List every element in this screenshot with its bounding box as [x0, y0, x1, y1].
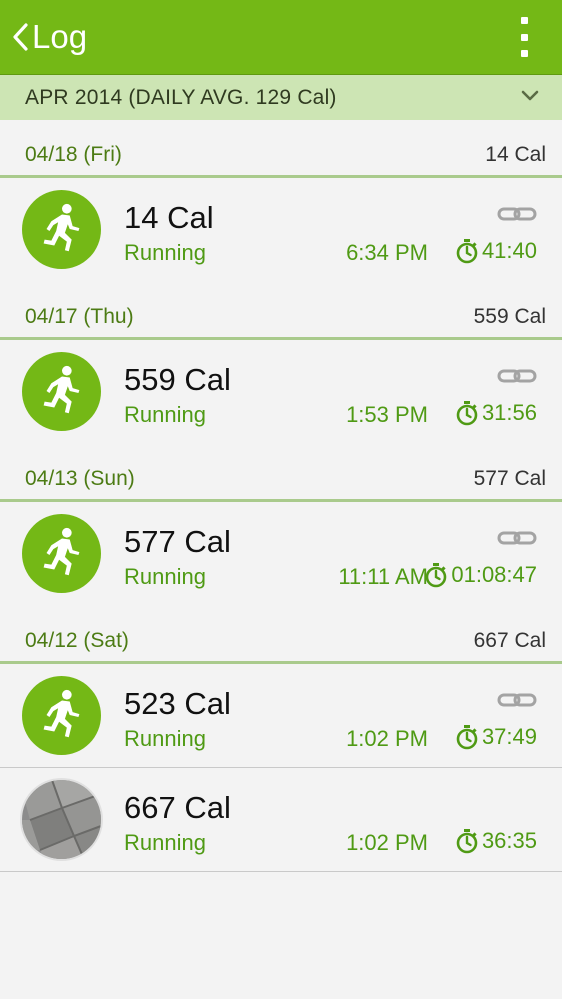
entry-start-time: 1:02 PM: [346, 830, 428, 855]
link-icon[interactable]: [497, 690, 537, 710]
link-icon[interactable]: [497, 528, 537, 548]
stopwatch-icon: [455, 400, 479, 426]
day-header: 04/13 (Sun) 577 Cal: [0, 444, 562, 502]
entry-start-time: 11:11 AM: [338, 564, 428, 589]
entry-duration: 36:35: [455, 828, 537, 854]
entry-duration: 41:40: [455, 238, 537, 264]
day-date: 04/17 (Thu): [25, 305, 134, 328]
running-icon: [22, 190, 101, 269]
day-header: 04/12 (Sat) 667 Cal: [0, 606, 562, 664]
running-icon: [22, 514, 101, 593]
stopwatch-icon: [424, 562, 448, 588]
day-total-calories: 667 Cal: [473, 629, 546, 652]
log-entry[interactable]: 14 Cal Running 6:34 PM 41:40: [0, 178, 562, 282]
duration-value: 31:56: [481, 400, 537, 425]
entry-start-time: 1:53 PM: [346, 402, 428, 427]
entry-start-time: 6:34 PM: [346, 240, 428, 265]
entry-calories: 523 Cal: [124, 686, 231, 721]
link-icon[interactable]: [497, 204, 537, 224]
entry-activity-type: Running: [124, 564, 206, 589]
running-icon: [22, 352, 101, 431]
day-date: 04/13 (Sun): [25, 467, 135, 490]
running-icon: [22, 676, 101, 755]
entry-calories: 14 Cal: [124, 200, 214, 235]
entry-calories: 667 Cal: [124, 790, 231, 825]
stopwatch-icon: [455, 828, 479, 854]
month-selector[interactable]: APR 2014 (DAILY AVG. 129 Cal): [0, 75, 562, 120]
day-header: 04/17 (Thu) 559 Cal: [0, 282, 562, 340]
back-button[interactable]: Log: [0, 0, 99, 74]
entry-activity-type: Running: [124, 726, 206, 751]
entry-activity-type: Running: [124, 240, 206, 265]
day-total-calories: 559 Cal: [473, 305, 546, 328]
duration-value: 01:08:47: [451, 562, 537, 587]
entry-duration: 37:49: [455, 724, 537, 750]
page-title: Log: [32, 18, 88, 55]
chevron-down-icon: [521, 90, 539, 101]
entry-duration: 31:56: [455, 400, 537, 426]
entry-calories: 577 Cal: [124, 524, 231, 559]
log-list: 04/18 (Fri) 14 Cal 14 Cal Running 6:34 PM 41:…: [0, 120, 562, 872]
day-header: 04/18 (Fri) 14 Cal: [0, 120, 562, 178]
log-entry[interactable]: 559 Cal Running 1:53 PM 31:56: [0, 340, 562, 444]
link-icon[interactable]: [497, 366, 537, 386]
more-vert-icon-dot: [520, 17, 528, 24]
stopwatch-icon: [455, 238, 479, 264]
more-vert-icon-dot: [520, 50, 528, 57]
entry-start-time: 1:02 PM: [346, 726, 428, 751]
duration-value: 37:49: [481, 724, 537, 749]
duration-value: 36:35: [481, 828, 537, 853]
more-vert-icon-dot: [520, 33, 528, 41]
log-entry[interactable]: 577 Cal Running 11:11 AM 01:08:47: [0, 502, 562, 606]
entry-duration: 01:08:47: [424, 562, 537, 588]
entry-calories: 559 Cal: [124, 362, 231, 397]
photo-thumbnail: [22, 780, 101, 859]
log-entry[interactable]: 523 Cal Running 1:02 PM 37:49: [0, 664, 562, 768]
day-date: 04/12 (Sat): [25, 629, 129, 652]
log-entry[interactable]: 667 Cal Running 1:02 PM 36:35: [0, 768, 562, 872]
chevron-left-icon: [13, 23, 28, 51]
month-summary-label: APR 2014 (DAILY AVG. 129 Cal): [25, 85, 337, 109]
stopwatch-icon: [455, 724, 479, 750]
app-bar: Log: [0, 0, 562, 75]
day-total-calories: 577 Cal: [473, 467, 546, 490]
entry-activity-type: Running: [124, 830, 206, 855]
duration-value: 41:40: [481, 238, 537, 263]
entry-activity-type: Running: [124, 402, 206, 427]
overflow-menu-button[interactable]: [514, 17, 534, 57]
day-date: 04/18 (Fri): [25, 143, 122, 166]
day-total-calories: 14 Cal: [485, 143, 546, 166]
